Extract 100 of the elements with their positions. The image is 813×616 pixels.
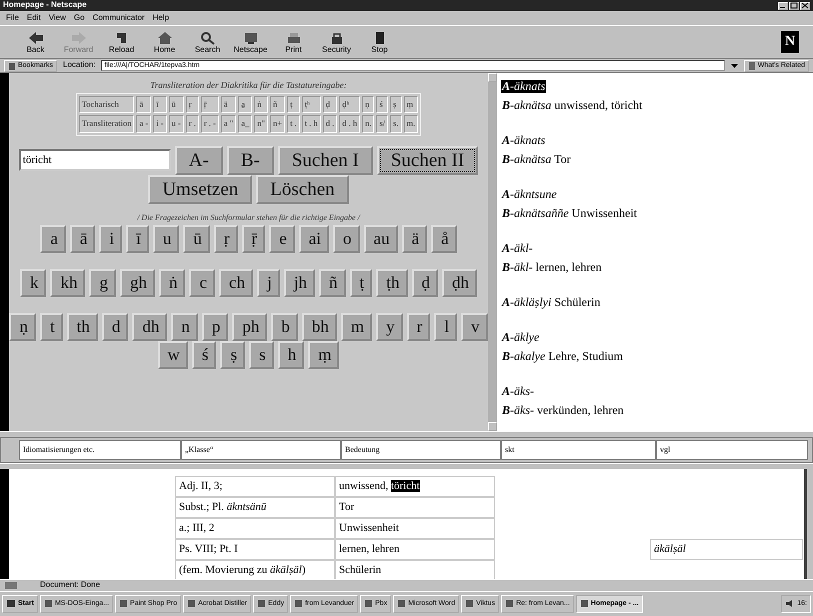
toolbar-button[interactable]: Stop	[358, 28, 401, 56]
key-button[interactable]: th	[66, 313, 98, 342]
table-cell: s.	[390, 115, 402, 133]
key-button[interactable]: j	[257, 269, 280, 298]
key-button[interactable]: ṅ	[158, 269, 186, 298]
toolbar-button[interactable]: Back	[14, 28, 57, 56]
find-button[interactable]: Suchen I	[278, 146, 373, 175]
key-button[interactable]: dh	[132, 313, 168, 342]
key-button[interactable]: gh	[120, 269, 155, 298]
netscape-logo: N	[781, 31, 799, 53]
menu-item[interactable]: Edit	[26, 14, 41, 22]
key-button[interactable]: w	[158, 341, 188, 370]
key-button[interactable]: s	[249, 341, 274, 370]
action-button[interactable]: Umsetzen	[148, 174, 252, 204]
dropdown-arrow-icon	[730, 62, 738, 69]
key-button[interactable]: ṭh	[376, 269, 408, 298]
result-line[interactable]: B-aknätsaññe Unwissenheit	[501, 206, 638, 220]
key-button[interactable]: ś	[192, 341, 216, 370]
result-line[interactable]: B-aknätsa Tor	[501, 152, 572, 166]
result-line[interactable]: B-äkl- lernen, lehren	[501, 260, 603, 274]
menu-item[interactable]: View	[48, 14, 66, 22]
table-cell: ṇ	[362, 96, 374, 114]
key-button[interactable]: u	[152, 225, 180, 254]
key-button[interactable]: l	[434, 313, 458, 342]
key-button[interactable]: b	[271, 313, 298, 342]
key-button[interactable]: k	[20, 269, 46, 298]
key-button[interactable]: y	[376, 313, 403, 342]
table-cell: ś	[376, 96, 388, 114]
key-button[interactable]: ṭ	[350, 269, 372, 298]
key-button[interactable]: ph	[232, 313, 268, 342]
table-cell: ḍ	[322, 96, 338, 114]
key-button[interactable]: o	[333, 225, 360, 254]
key-button[interactable]: v	[461, 313, 488, 342]
key-button[interactable]: i	[99, 225, 122, 254]
key-button[interactable]: ṣ	[220, 341, 246, 370]
column-header: Idiomatisierungen etc.	[19, 440, 181, 460]
key-button[interactable]: ñ	[319, 269, 346, 298]
toolbar-button[interactable]: Search	[186, 28, 229, 56]
key-button[interactable]: h	[278, 341, 304, 370]
menu-item[interactable]: Communicator	[92, 14, 145, 22]
mode-button[interactable]: B-	[226, 146, 274, 175]
key-button[interactable]: ḍ	[412, 269, 438, 298]
scrollbar[interactable]	[488, 73, 497, 431]
result-line[interactable]: B-aknätsa unwissend, töricht	[501, 98, 644, 112]
key-button[interactable]: n	[171, 313, 198, 342]
table-cell: Unwissenheit	[335, 518, 495, 539]
key-button[interactable]: t	[40, 313, 63, 342]
key-button[interactable]: ai	[298, 225, 330, 254]
key-button[interactable]: ṝ	[242, 225, 266, 254]
close-button[interactable]	[800, 2, 810, 10]
key-button[interactable]: m	[340, 313, 372, 342]
key-button[interactable]: d	[102, 313, 128, 342]
key-button[interactable]: c	[189, 269, 216, 298]
key-button[interactable]: ch	[219, 269, 254, 298]
toolbar-button[interactable]: Security	[315, 28, 358, 56]
result-line[interactable]: A-äkläṣlyi Schülerin	[501, 296, 602, 310]
table-cell: ṛ	[186, 96, 199, 114]
toolbar-button[interactable]: Home	[143, 28, 186, 56]
key-button[interactable]: ä	[402, 225, 428, 254]
result-line[interactable]: B-akalye Lehre, Studium	[501, 350, 624, 364]
result-line[interactable]: A-äknats	[501, 134, 546, 148]
toolbar-button[interactable]: Print	[272, 28, 315, 56]
key-button[interactable]: å	[431, 225, 457, 254]
table-cell: m.	[404, 115, 418, 133]
table-cell: ḍʰ	[339, 96, 360, 114]
result-line[interactable]: A-äks-	[501, 384, 536, 398]
key-button[interactable]: ā	[70, 225, 96, 254]
column-header: vgl	[656, 440, 808, 460]
key-button[interactable]: ṃ	[308, 341, 340, 370]
menu-item[interactable]: Go	[74, 14, 85, 22]
result-line[interactable]: A-äkntsune	[501, 188, 558, 202]
find-button[interactable]: Suchen II	[376, 146, 478, 175]
toolbar-button[interactable]: Netscape	[229, 28, 272, 56]
key-button[interactable]: bh	[302, 313, 337, 342]
key-button[interactable]: jh	[284, 269, 316, 298]
key-button[interactable]: kh	[50, 269, 86, 298]
action-button[interactable]: Löschen	[256, 174, 349, 204]
result-line[interactable]: A-äklye	[501, 330, 540, 344]
key-button[interactable]: ū	[183, 225, 210, 254]
mode-button[interactable]: A-	[174, 146, 223, 175]
menu-item[interactable]: File	[6, 14, 19, 22]
result-line[interactable]: A-äkl-	[501, 242, 534, 256]
key-button[interactable]: g	[89, 269, 116, 298]
row-header: Tocharisch	[78, 96, 134, 114]
key-button[interactable]: p	[202, 313, 228, 342]
result-line[interactable]: B-äks- verkünden, lehren	[501, 404, 625, 418]
table-cell: n"	[254, 115, 268, 133]
search-field[interactable]: töricht	[18, 149, 171, 172]
maximize-button[interactable]	[789, 2, 799, 10]
key-button[interactable]: e	[269, 225, 295, 254]
key-button[interactable]: ī	[126, 225, 149, 254]
key-button[interactable]: ḍh	[442, 269, 478, 298]
key-button[interactable]: a	[40, 225, 66, 254]
menu-item[interactable]: Help	[152, 14, 170, 22]
minimize-button[interactable]	[778, 2, 788, 10]
key-button[interactable]: ṛ	[214, 225, 238, 254]
key-button[interactable]: r	[406, 313, 430, 342]
key-button[interactable]: au	[364, 225, 398, 254]
key-button[interactable]: ṇ	[9, 313, 36, 342]
toolbar-button[interactable]: Reload	[100, 28, 143, 56]
